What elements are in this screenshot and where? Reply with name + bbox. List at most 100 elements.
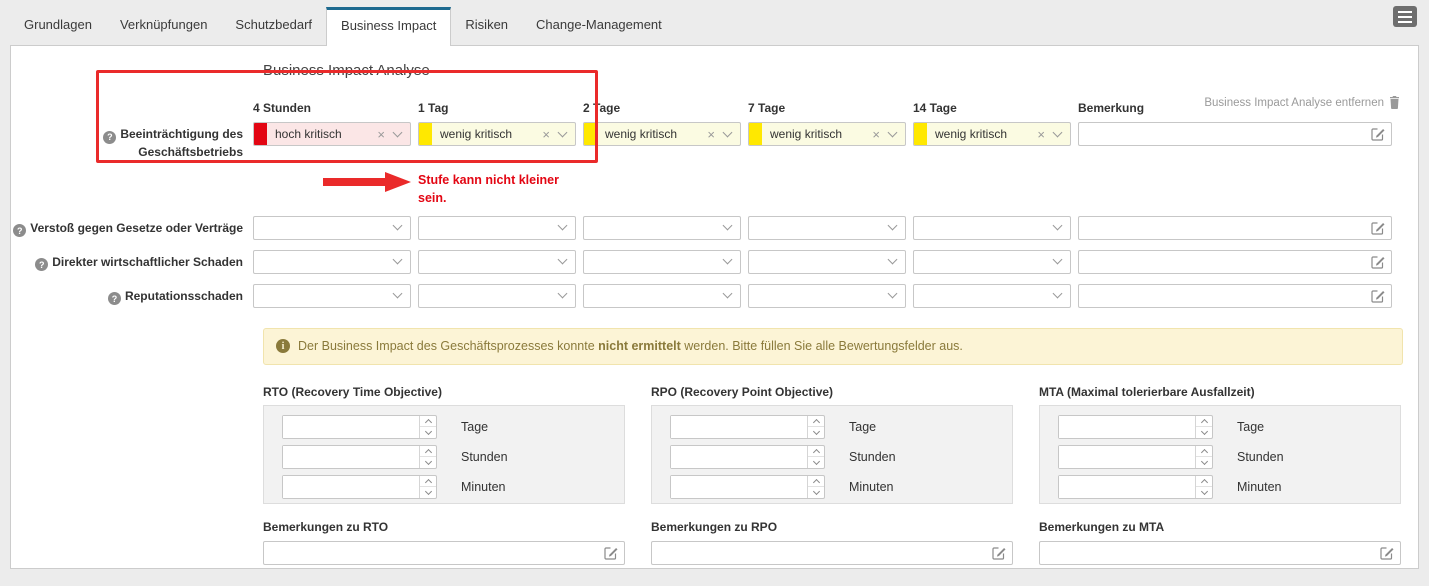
rpo-minuten-spinner bbox=[670, 475, 825, 499]
list-menu-icon[interactable] bbox=[1393, 6, 1417, 27]
clear-selection-icon[interactable]: × bbox=[1035, 128, 1047, 141]
tab-risiken[interactable]: Risiken bbox=[451, 8, 522, 45]
edit-icon[interactable] bbox=[604, 546, 618, 560]
edit-icon[interactable] bbox=[1371, 255, 1385, 269]
mta-tage-input[interactable] bbox=[1059, 416, 1195, 438]
mta-stunden-input[interactable] bbox=[1059, 446, 1195, 468]
rpo-tage-spinner bbox=[670, 415, 825, 439]
clear-selection-icon[interactable]: × bbox=[375, 128, 387, 141]
unit-label: Minuten bbox=[461, 480, 505, 494]
severity-select[interactable]: wenig kritisch × bbox=[418, 122, 576, 146]
rpo-stunden-input[interactable] bbox=[671, 446, 807, 468]
info-banner-text: Der Business Impact des Geschäftsprozess… bbox=[298, 339, 963, 353]
severity-select[interactable] bbox=[418, 250, 576, 274]
rto-tage-input[interactable] bbox=[283, 416, 419, 438]
step-up-button[interactable] bbox=[1196, 446, 1212, 458]
severity-select[interactable] bbox=[913, 250, 1071, 274]
step-up-button[interactable] bbox=[1196, 476, 1212, 488]
step-down-button[interactable] bbox=[808, 457, 824, 468]
severity-select[interactable] bbox=[253, 250, 411, 274]
step-down-button[interactable] bbox=[1196, 487, 1212, 498]
impact-matrix: 4 Stunden 1 Tag 2 Tage 7 Tage 14 Tage Be… bbox=[11, 101, 1418, 308]
unit-label: Minuten bbox=[849, 480, 893, 494]
step-down-button[interactable] bbox=[420, 457, 436, 468]
edit-icon[interactable] bbox=[1371, 127, 1385, 141]
severity-select[interactable] bbox=[583, 250, 741, 274]
step-up-button[interactable] bbox=[1196, 416, 1212, 428]
step-up-button[interactable] bbox=[808, 416, 824, 428]
mta-remarks-input[interactable] bbox=[1040, 542, 1380, 564]
edit-icon[interactable] bbox=[1371, 221, 1385, 235]
severity-color-chip bbox=[584, 123, 597, 145]
step-down-button[interactable] bbox=[808, 427, 824, 438]
remark-input[interactable] bbox=[1079, 251, 1371, 273]
rto-minuten-input[interactable] bbox=[283, 476, 419, 498]
severity-select[interactable]: wenig kritisch × bbox=[583, 122, 741, 146]
clear-selection-icon[interactable]: × bbox=[540, 128, 552, 141]
rto-remarks-input[interactable] bbox=[264, 542, 604, 564]
severity-select[interactable]: hoch kritisch × bbox=[253, 122, 411, 146]
step-down-button[interactable] bbox=[420, 487, 436, 498]
step-down-button[interactable] bbox=[808, 487, 824, 498]
severity-color-chip bbox=[254, 123, 267, 145]
help-icon[interactable]: ? bbox=[103, 131, 116, 144]
edit-icon[interactable] bbox=[1371, 289, 1385, 303]
remark-field bbox=[1078, 250, 1392, 274]
tab-bar: Grundlagen Verknüpfungen Schutzbedarf Bu… bbox=[0, 0, 1429, 45]
matrix-row-gesetze: ?Verstoß gegen Gesetze oder Verträge bbox=[11, 216, 1418, 240]
severity-select[interactable] bbox=[913, 216, 1071, 240]
severity-select[interactable] bbox=[748, 284, 906, 308]
tab-grundlagen[interactable]: Grundlagen bbox=[10, 8, 106, 45]
severity-select[interactable]: wenig kritisch × bbox=[748, 122, 906, 146]
recovery-objectives: RTO (Recovery Time Objective) Tage bbox=[263, 385, 1418, 504]
mta-minuten-input[interactable] bbox=[1059, 476, 1195, 498]
unit-label: Stunden bbox=[1237, 450, 1284, 464]
severity-select[interactable] bbox=[583, 216, 741, 240]
severity-select[interactable] bbox=[583, 284, 741, 308]
step-up-button[interactable] bbox=[808, 476, 824, 488]
page-title: Business Impact Analyse bbox=[263, 62, 1418, 79]
rpo-tage-input[interactable] bbox=[671, 416, 807, 438]
severity-select[interactable] bbox=[748, 216, 906, 240]
step-up-button[interactable] bbox=[420, 476, 436, 488]
severity-select[interactable]: wenig kritisch × bbox=[913, 122, 1071, 146]
chevron-down-icon bbox=[1053, 255, 1063, 265]
severity-select[interactable] bbox=[253, 216, 411, 240]
tab-verknuepfungen[interactable]: Verknüpfungen bbox=[106, 8, 221, 45]
step-up-button[interactable] bbox=[420, 416, 436, 428]
rto-stunden-input[interactable] bbox=[283, 446, 419, 468]
matrix-header-row: 4 Stunden 1 Tag 2 Tage 7 Tage 14 Tage Be… bbox=[11, 101, 1418, 115]
step-down-button[interactable] bbox=[420, 427, 436, 438]
tab-business-impact[interactable]: Business Impact bbox=[326, 7, 451, 46]
edit-icon[interactable] bbox=[1380, 546, 1394, 560]
chevron-down-icon bbox=[393, 221, 403, 231]
matrix-row-reputationsschaden: ?Reputationsschaden bbox=[11, 284, 1418, 308]
mta-box: Tage Stunden Minuten bbox=[1039, 405, 1401, 504]
clear-selection-icon[interactable]: × bbox=[705, 128, 717, 141]
severity-select[interactable] bbox=[418, 216, 576, 240]
severity-select[interactable] bbox=[913, 284, 1071, 308]
tab-change-management[interactable]: Change-Management bbox=[522, 8, 676, 45]
help-icon[interactable]: ? bbox=[108, 292, 121, 305]
remark-input[interactable] bbox=[1079, 123, 1371, 145]
clear-selection-icon[interactable]: × bbox=[870, 128, 882, 141]
rpo-remarks-label: Bemerkungen zu RPO bbox=[651, 520, 1013, 534]
help-icon[interactable]: ? bbox=[35, 258, 48, 271]
remark-input[interactable] bbox=[1079, 285, 1371, 307]
step-down-button[interactable] bbox=[1196, 427, 1212, 438]
rpo-remarks-input[interactable] bbox=[652, 542, 992, 564]
edit-icon[interactable] bbox=[992, 546, 1006, 560]
step-down-button[interactable] bbox=[1196, 457, 1212, 468]
severity-select[interactable] bbox=[748, 250, 906, 274]
rto-stunden-spinner bbox=[282, 445, 437, 469]
step-up-button[interactable] bbox=[808, 446, 824, 458]
severity-select[interactable] bbox=[418, 284, 576, 308]
chevron-down-icon bbox=[723, 255, 733, 265]
step-up-button[interactable] bbox=[420, 446, 436, 458]
tab-schutzbedarf[interactable]: Schutzbedarf bbox=[221, 8, 326, 45]
help-icon[interactable]: ? bbox=[13, 224, 26, 237]
remark-input[interactable] bbox=[1079, 217, 1371, 239]
column-header-bemerkung: Bemerkung bbox=[1078, 101, 1392, 115]
rpo-minuten-input[interactable] bbox=[671, 476, 807, 498]
severity-select[interactable] bbox=[253, 284, 411, 308]
